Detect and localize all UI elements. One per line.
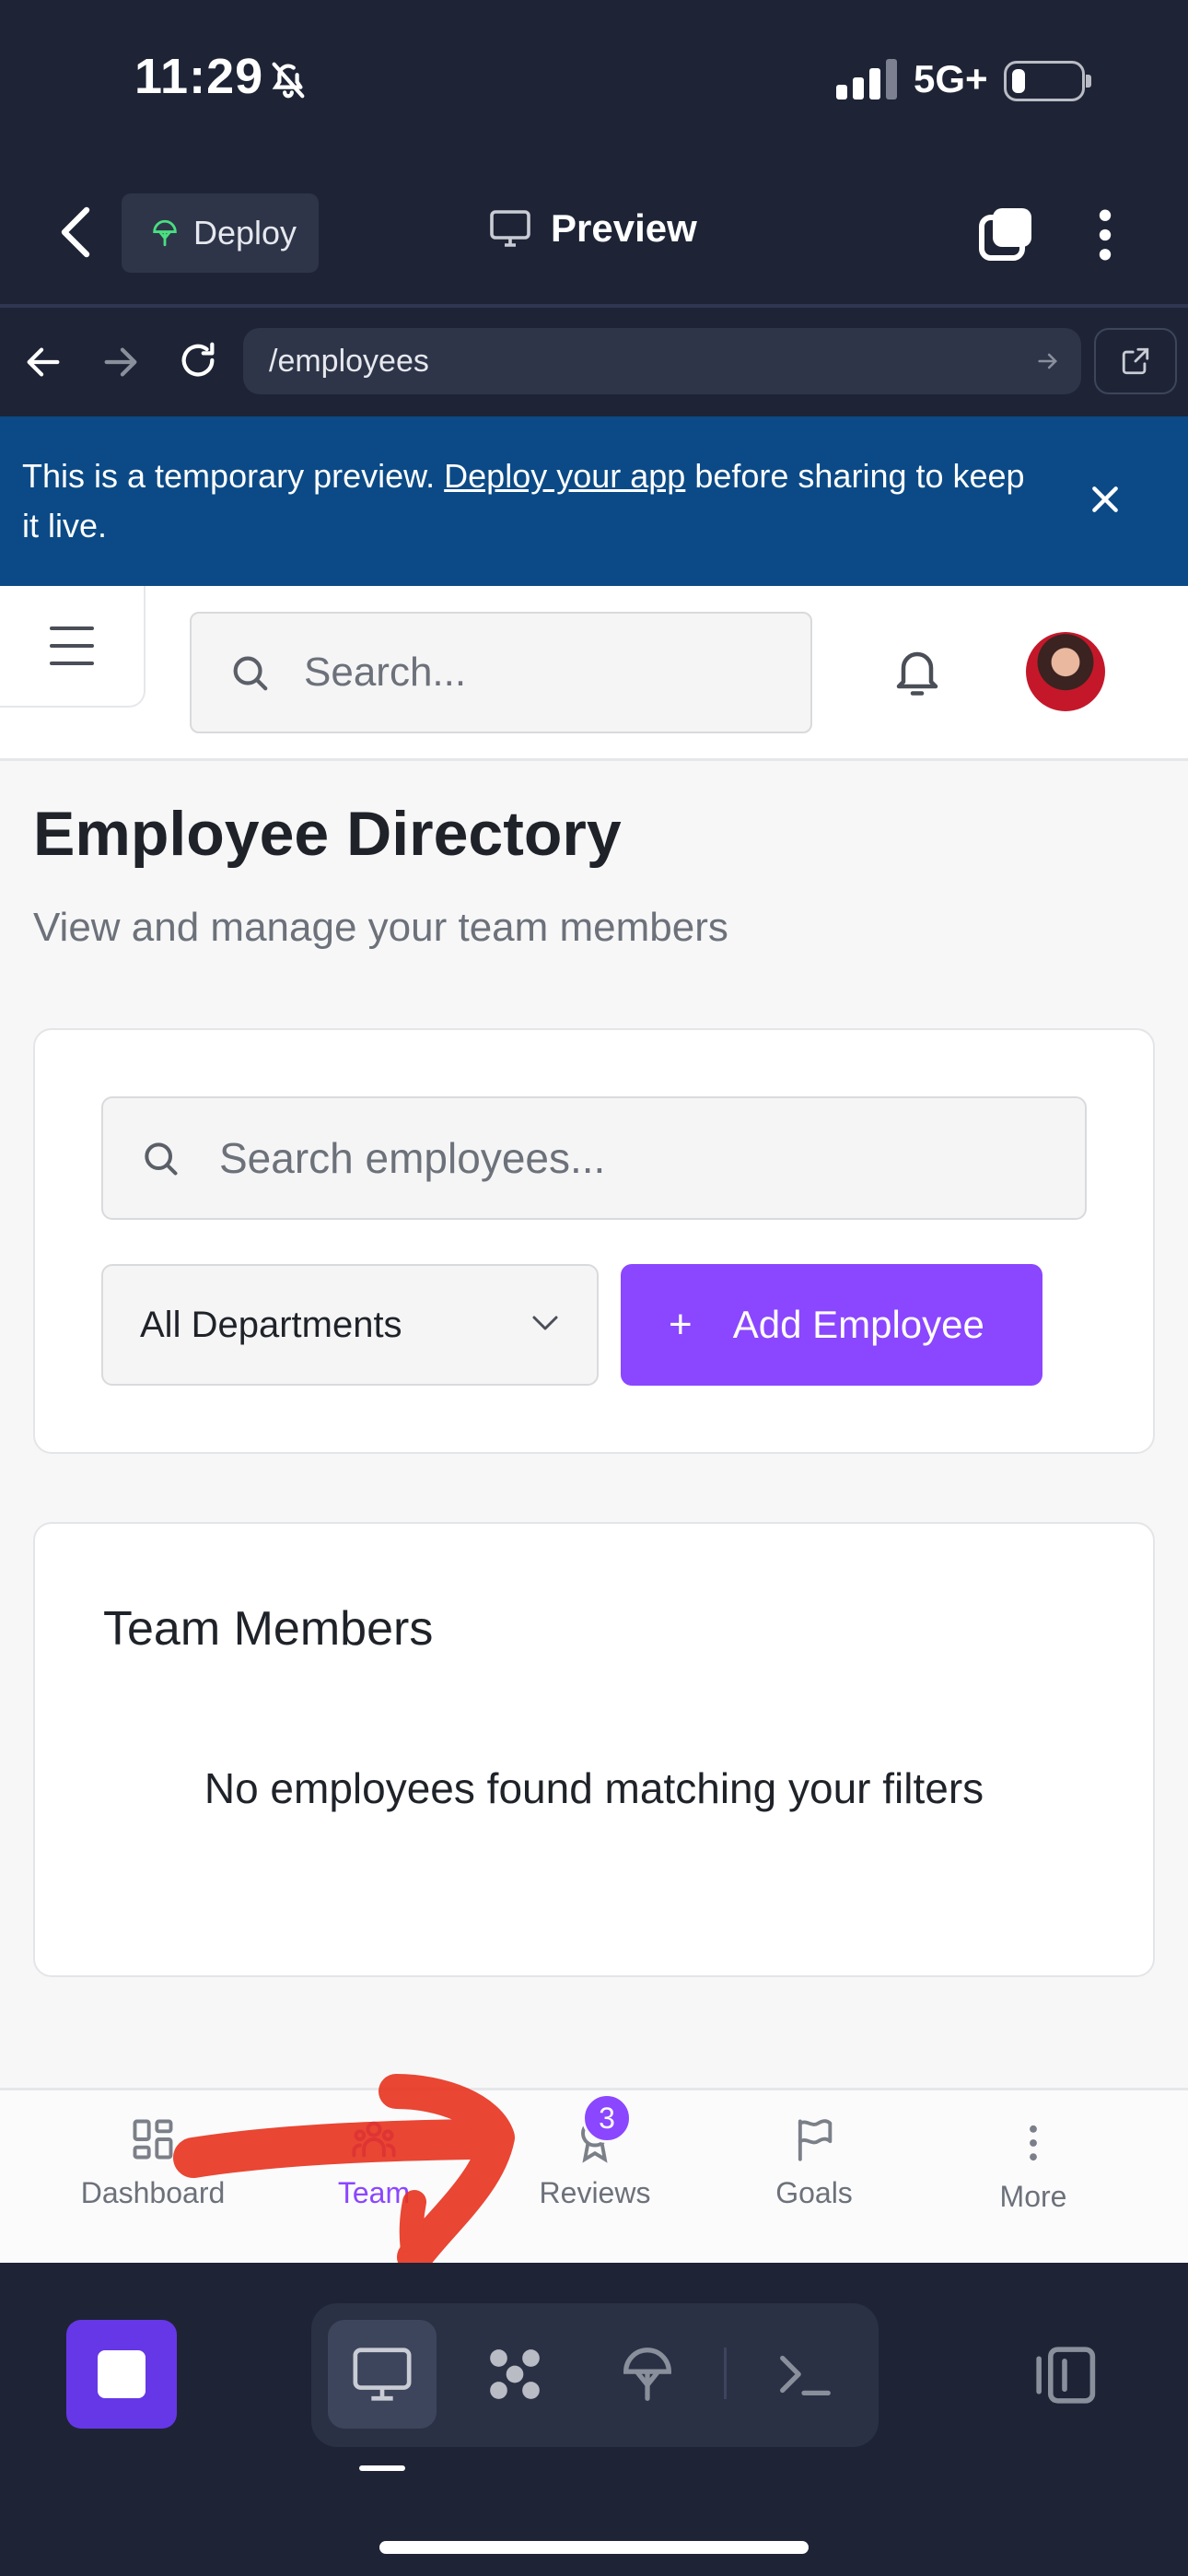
preview-banner: This is a temporary preview. Deploy your…: [0, 416, 1188, 586]
open-external-button[interactable]: [1094, 328, 1177, 394]
browser-forward-icon[interactable]: [99, 341, 142, 383]
bell-icon[interactable]: [890, 643, 945, 702]
banner-text: This is a temporary preview.: [22, 457, 445, 495]
active-indicator: [359, 2465, 405, 2471]
search-icon: [233, 656, 268, 691]
stop-icon: [98, 2350, 146, 2398]
deploy-icon: [153, 219, 177, 247]
divider: [724, 2348, 727, 2399]
url-text: /employees: [269, 343, 429, 379]
deploy-view-button[interactable]: [593, 2320, 702, 2429]
plus-icon: +: [669, 1302, 693, 1347]
shell-view-button[interactable]: [750, 2320, 858, 2429]
monitor-icon: [353, 2348, 412, 2401]
go-arrow-icon[interactable]: [1035, 348, 1061, 374]
department-selected: All Departments: [140, 1304, 402, 1345]
nav-label: More: [999, 2180, 1067, 2213]
home-indicator[interactable]: [379, 2541, 809, 2554]
department-select[interactable]: All Departments: [101, 1264, 599, 1386]
workflow-view-button[interactable]: [460, 2320, 569, 2429]
add-employee-button[interactable]: + Add Employee: [621, 1264, 1042, 1386]
hamburger-icon[interactable]: [50, 626, 94, 665]
reviews-badge: 3: [582, 2093, 632, 2143]
back-chevron-icon[interactable]: [57, 205, 94, 260]
team-members-title: Team Members: [103, 1602, 434, 1656]
nav-label: Reviews: [539, 2176, 651, 2209]
preview-title: Preview: [488, 206, 697, 251]
battery-icon: [1004, 61, 1091, 101]
avatar[interactable]: [1026, 632, 1105, 711]
employee-search-input[interactable]: Search employees...: [101, 1096, 1087, 1220]
filter-card: [33, 1028, 1155, 1454]
side-panel-icon[interactable]: [1030, 2340, 1100, 2410]
page-subtitle: View and manage your team members: [33, 905, 728, 950]
terminal-icon: [780, 2355, 831, 2396]
more-vertical-icon[interactable]: [1096, 208, 1114, 262]
employee-search-placeholder: Search employees...: [219, 1134, 606, 1182]
stop-button[interactable]: [66, 2320, 177, 2429]
preview-label: Preview: [551, 206, 697, 250]
url-field[interactable]: /employees: [243, 328, 1081, 394]
deploy-label: Deploy: [193, 214, 297, 252]
global-search-placeholder: Search...: [304, 650, 467, 695]
external-link-icon: [1122, 347, 1149, 375]
search-icon: [145, 1142, 178, 1176]
nav-label: Goals: [775, 2176, 853, 2209]
deploy-button[interactable]: Deploy: [122, 193, 319, 273]
workflow-icon: [490, 2349, 540, 2399]
more-vertical-icon: [1030, 2125, 1037, 2161]
empty-state-message: No employees found matching your filters: [204, 1764, 984, 1812]
nav-item-more[interactable]: More: [941, 2119, 1125, 2214]
status-time: 11:29: [134, 49, 264, 104]
page-title: Employee Directory: [33, 799, 622, 869]
team-members-card: [33, 1522, 1155, 1977]
chevron-down-icon: [532, 1316, 558, 1330]
flag-icon: [798, 2119, 833, 2161]
bell-off-icon: [272, 62, 305, 99]
global-search-input[interactable]: Search...: [190, 612, 812, 733]
reload-icon[interactable]: [177, 339, 219, 381]
deploy-icon: [623, 2348, 671, 2401]
tabs-icon[interactable]: [978, 206, 1033, 262]
close-icon[interactable]: [1087, 481, 1124, 518]
preview-view-button[interactable]: [328, 2320, 437, 2429]
signal-icon: [836, 59, 897, 100]
add-employee-label: Add Employee: [732, 1303, 984, 1346]
deploy-app-link[interactable]: Deploy your app: [444, 457, 685, 495]
nav-item-goals[interactable]: Goals: [722, 2115, 906, 2210]
browser-back-icon[interactable]: [22, 341, 64, 383]
monitor-icon: [490, 210, 530, 247]
network-type: 5G+: [914, 57, 988, 100]
